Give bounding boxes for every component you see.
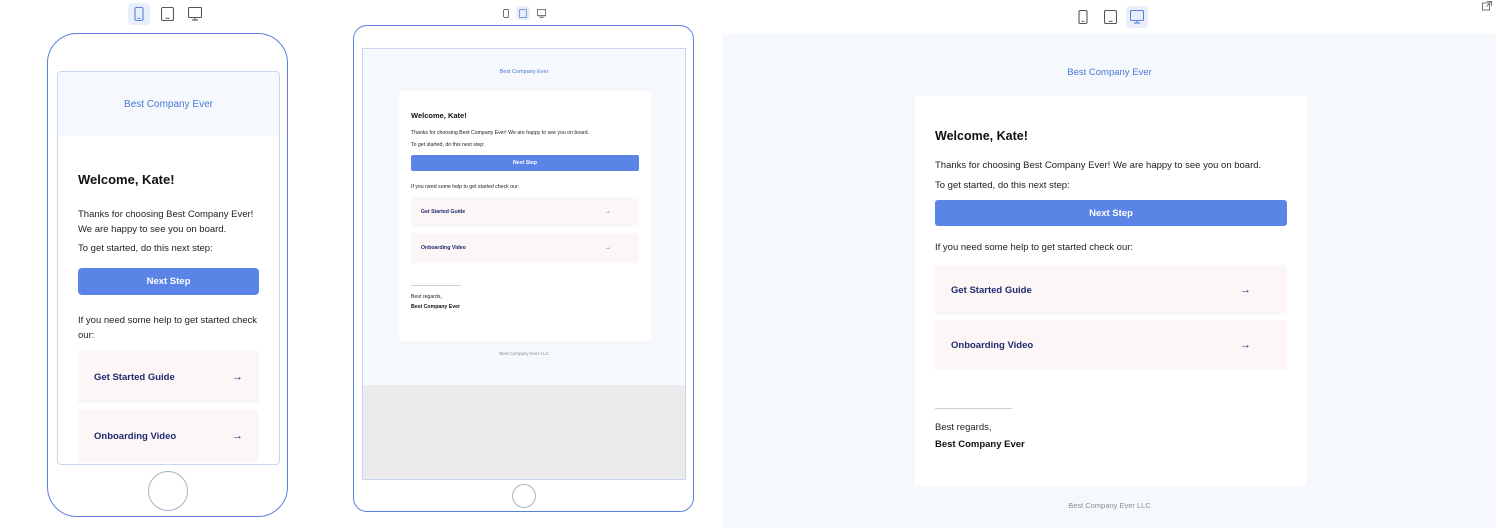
tablet-home-button: [512, 484, 536, 508]
next-step-button[interactable]: Next Step: [935, 200, 1287, 226]
tablet-device-toolbar: [500, 6, 548, 20]
intro-text: Thanks for choosing Best Company Ever! W…: [411, 130, 590, 136]
email-header: Best Company Ever: [58, 72, 279, 136]
tablet-icon: [1103, 10, 1117, 24]
tablet-icon: [519, 8, 527, 18]
link-label: Get Started Guide: [421, 209, 466, 215]
next-step-button[interactable]: Next Step: [78, 268, 259, 295]
arrow-right-icon: →: [232, 371, 243, 383]
onboarding-video-link[interactable]: Onboarding Video →: [935, 320, 1287, 370]
desktop-view-button[interactable]: [1126, 6, 1148, 28]
tablet-view-button[interactable]: [1099, 6, 1121, 28]
signature-text: Best Company Ever: [935, 439, 1025, 450]
greeting-heading: Welcome, Kate!: [411, 111, 467, 120]
email-card: Welcome, Kate! Thanks for choosing Best …: [915, 96, 1307, 486]
email-footer: Best Company Ever LLC: [1068, 501, 1151, 510]
intro-text: Thanks for choosing Best Company Ever! W…: [935, 160, 1262, 171]
email-card: Welcome, Kate! Thanks for choosing Best …: [399, 91, 651, 341]
desktop-view-button[interactable]: [534, 6, 548, 20]
arrow-right-icon: →: [1240, 284, 1251, 296]
next-step-prompt: To get started, do this next step:: [78, 243, 213, 254]
phone-email-preview[interactable]: Best Company Ever Welcome, Kate! Thanks …: [57, 71, 280, 465]
tablet-email-preview[interactable]: Best Company Ever Welcome, Kate! Thanks …: [362, 48, 686, 480]
phone-device-toolbar: [128, 3, 206, 25]
desktop-icon: [536, 8, 546, 18]
mobile-icon: [503, 8, 509, 18]
next-step-prompt: To get started, do this next step:: [935, 180, 1070, 191]
tablet-view-button[interactable]: [156, 3, 178, 25]
mobile-view-button[interactable]: [500, 6, 512, 20]
next-step-prompt: To get started, do this next step:: [411, 142, 485, 148]
intro-text: Thanks for choosing Best Company Ever! W…: [78, 209, 254, 235]
link-label: Onboarding Video: [951, 339, 1034, 351]
desktop-email-preview[interactable]: Best Company Ever Welcome, Kate! Thanks …: [723, 34, 1496, 528]
regards-text: Best regards,: [935, 422, 992, 433]
help-prompt: If you need some help to get started che…: [78, 315, 258, 341]
desktop-view-button[interactable]: [184, 3, 206, 25]
desktop-icon: [188, 7, 202, 21]
arrow-right-icon: →: [232, 430, 243, 442]
external-link-icon[interactable]: [1481, 0, 1493, 12]
greeting-heading: Welcome, Kate!: [78, 172, 175, 187]
company-header-text: Best Company Ever: [124, 98, 213, 110]
help-prompt: If you need some help to get started che…: [935, 242, 1134, 253]
signature-divider: [935, 408, 1012, 409]
mobile-icon: [1078, 10, 1088, 24]
onboarding-video-link[interactable]: Onboarding Video →: [411, 233, 639, 263]
arrow-right-icon: →: [1240, 339, 1251, 351]
link-label: Onboarding Video: [94, 430, 177, 442]
arrow-right-icon: →: [605, 209, 611, 215]
get-started-guide-link[interactable]: Get Started Guide →: [935, 265, 1287, 315]
email-footer: Best Company Ever LLC: [499, 351, 549, 356]
mobile-view-button[interactable]: [1072, 6, 1094, 28]
get-started-guide-link[interactable]: Get Started Guide →: [78, 351, 259, 403]
phone-home-button: [148, 471, 188, 511]
signature-text: Best Company Ever: [411, 304, 461, 310]
company-header-text: Best Company Ever: [1067, 67, 1152, 78]
tablet-icon: [160, 7, 174, 21]
regards-text: Best regards,: [411, 294, 442, 300]
link-label: Onboarding Video: [421, 245, 466, 251]
tablet-view-button[interactable]: [516, 6, 530, 20]
desktop-icon: [1130, 10, 1144, 24]
mobile-view-button[interactable]: [128, 3, 150, 25]
link-label: Get Started Guide: [94, 371, 175, 383]
arrow-right-icon: →: [605, 245, 611, 251]
signature-divider: [411, 285, 461, 286]
company-header-text: Best Company Ever: [499, 69, 549, 75]
get-started-guide-link[interactable]: Get Started Guide →: [411, 197, 639, 227]
desktop-device-toolbar: [1072, 6, 1148, 28]
next-step-button[interactable]: Next Step: [411, 155, 639, 171]
help-prompt: If you need some help to get started che…: [411, 184, 520, 190]
onboarding-video-link[interactable]: Onboarding Video →: [78, 410, 259, 462]
mobile-icon: [134, 7, 144, 21]
greeting-heading: Welcome, Kate!: [935, 129, 1028, 143]
link-label: Get Started Guide: [951, 284, 1032, 296]
